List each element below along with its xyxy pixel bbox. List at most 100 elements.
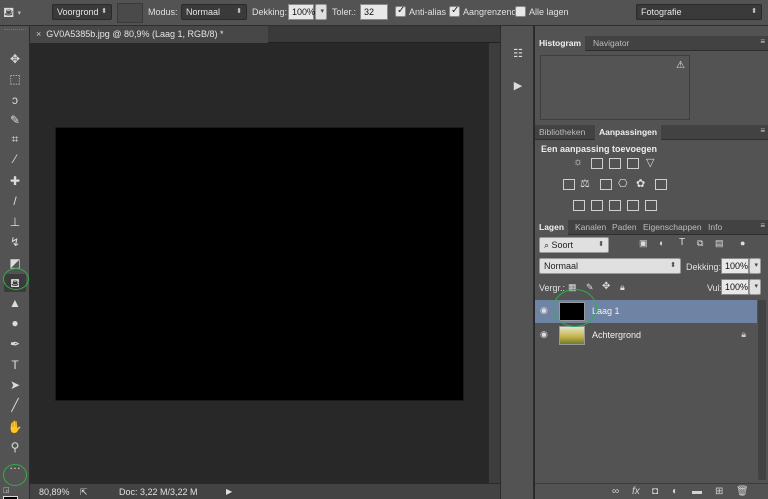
chevron-down-icon: ▾ [754,283,758,290]
tab-histogram[interactable]: Histogram [535,36,586,51]
visibility-eye-icon[interactable]: ◉ [540,305,548,316]
export-icon[interactable]: ⇱ [80,487,88,498]
filter-type-icon[interactable]: T [679,237,685,248]
filter-toggle-icon[interactable]: ● [740,238,745,248]
lasso-tool-icon[interactable]: ↄ [4,91,26,109]
tab-properties[interactable]: Eigenschappen [639,220,706,235]
eyedropper-tool-icon[interactable]: ⁄ [4,150,26,168]
brightness-icon[interactable]: ☼ [573,156,583,168]
tolerance-field[interactable]: 32 [360,4,388,20]
delete-layer-icon[interactable]: 🗑︎ [736,486,749,497]
new-group-icon[interactable]: ▬ [692,486,702,497]
panel-menu-icon[interactable]: ≡ [760,221,765,230]
zoom-level[interactable]: 80,89% [39,487,70,497]
blur-tool-icon[interactable]: ▲ [4,294,26,312]
tab-navigator[interactable]: Navigator [589,36,633,51]
panel-menu-icon[interactable]: ≡ [760,126,765,135]
tool-preset-picker[interactable]: ⛾ ▾ [3,3,33,23]
threshold-icon[interactable] [609,200,621,211]
vibrance-icon[interactable]: ▽ [646,156,654,169]
blend-mode-value: Normaal [544,261,579,271]
levels-icon[interactable] [591,158,603,169]
blend-mode-dropdown[interactable]: Normaal ⬍ [539,258,681,274]
mode-dropdown[interactable]: Normaal ⬍ [181,4,247,20]
fill-source-dropdown[interactable]: Voorgrond ⬍ [52,4,112,20]
play-icon[interactable]: ▶ [226,487,232,496]
tab-channels[interactable]: Kanalen [571,220,610,235]
fill-source-value: Voorgrond [57,7,99,17]
filter-pixel-icon[interactable]: ▣ [639,238,648,249]
lock-position-icon[interactable]: ✥ [602,281,610,292]
path-selection-tool-icon[interactable]: ➤ [4,376,26,394]
dodge-tool-icon[interactable]: ● [4,314,26,332]
default-colors-icon[interactable]: ◲ [3,486,10,494]
healing-brush-tool-icon[interactable]: ✚ [4,172,26,190]
document-tab[interactable]: × GV0A5385b.jpg @ 80,9% (Laag 1, RGB/8) * [30,26,268,43]
link-layers-icon[interactable]: ∞ [612,486,619,497]
pen-tool-icon[interactable]: ✒ [4,335,26,353]
opacity-dropdown[interactable]: ▾ [315,4,327,20]
vertical-scrollbar[interactable] [488,43,500,483]
history-brush-tool-icon[interactable]: ↯ [4,233,26,251]
panel-grip[interactable] [4,29,26,32]
tab-info[interactable]: Info [704,220,726,235]
new-layer-icon[interactable]: ⊞ [715,486,723,497]
filter-shape-icon[interactable]: ⧉ [697,238,703,249]
all-layers-checkbox[interactable] [515,6,526,17]
channel-mixer-icon[interactable]: ✿ [636,177,645,190]
black-white-icon[interactable] [600,179,612,190]
clone-stamp-tool-icon[interactable]: ⊥ [4,213,26,231]
mode-value: Normaal [186,7,221,17]
fill-dropdown[interactable]: ▾ [749,279,761,295]
layer-row-achtergrond[interactable]: ◉ Achtergrond 🔒︎ [535,324,757,347]
line-tool-icon[interactable]: ╱ [4,396,26,414]
type-tool-icon[interactable]: T [4,356,26,374]
marquee-tool-icon[interactable]: ⬚ [4,70,26,88]
layer-opacity-dropdown[interactable]: ▾ [749,258,761,274]
photo-filter-icon[interactable]: ⎔ [618,177,628,190]
move-tool-icon[interactable]: ✥ [4,50,26,68]
add-mask-icon[interactable]: ◘ [652,486,658,497]
fx-icon[interactable]: fx [632,486,640,497]
tab-libraries[interactable]: Bibliotheken [535,125,589,140]
exposure-icon[interactable] [627,158,639,169]
layer-opacity-field[interactable]: 100% [721,258,749,274]
actions-panel-icon[interactable]: ▶ [509,78,527,94]
invert-icon[interactable] [573,200,585,211]
filter-adjustment-icon[interactable]: ◐ [659,238,664,248]
layer-name[interactable]: Achtergrond [592,330,641,340]
close-icon[interactable]: × [36,29,41,39]
filter-smart-object-icon[interactable]: ▤ [715,238,724,249]
new-adjustment-layer-icon[interactable]: ◐ [672,486,678,497]
tab-paths[interactable]: Paden [608,220,641,235]
gradient-map-icon[interactable] [645,200,657,211]
warning-icon[interactable]: ⚠ [676,60,685,71]
antialias-checkbox[interactable] [395,5,406,17]
brush-tool-icon[interactable]: / [4,192,26,210]
pattern-picker[interactable] [117,3,143,23]
tools-panel: ✥ ⬚ ↄ ✎ ⌗ ⁄ ✚ / ⊥ ↯ ◩ ⛾ ▲ ● ✒ T ➤ ╱ ✋ ⚲ … [0,26,30,499]
selective-color-icon[interactable] [627,200,639,211]
zoom-tool-icon[interactable]: ⚲ [4,438,26,456]
tab-layers[interactable]: Lagen [535,220,569,235]
contiguous-checkbox[interactable] [449,5,460,17]
lock-all-icon[interactable]: 🔒︎ [620,282,625,293]
visibility-eye-icon[interactable]: ◉ [540,329,548,340]
color-balance-icon[interactable]: ⚖ [580,177,590,190]
curves-icon[interactable] [609,158,621,169]
layer-filter-dropdown[interactable]: ⌕ Soort ⬍ [539,237,609,253]
hand-tool-icon[interactable]: ✋ [4,418,26,436]
color-lookup-icon[interactable] [655,179,667,190]
opacity-field[interactable]: 100% [288,4,315,20]
crop-tool-icon[interactable]: ⌗ [4,130,26,148]
tab-adjustments[interactable]: Aanpassingen [595,125,662,140]
panel-menu-icon[interactable]: ≡ [760,37,765,46]
layers-scrollbar[interactable] [758,300,766,480]
history-panel-icon[interactable]: ☷ [509,46,527,62]
hue-saturation-icon[interactable] [563,179,575,190]
fill-field[interactable]: 100% [721,279,749,295]
posterize-icon[interactable] [591,200,603,211]
document-canvas[interactable] [56,128,463,400]
workspace-dropdown[interactable]: Fotografie ⬍ [636,4,762,20]
quick-select-tool-icon[interactable]: ✎ [4,111,26,129]
